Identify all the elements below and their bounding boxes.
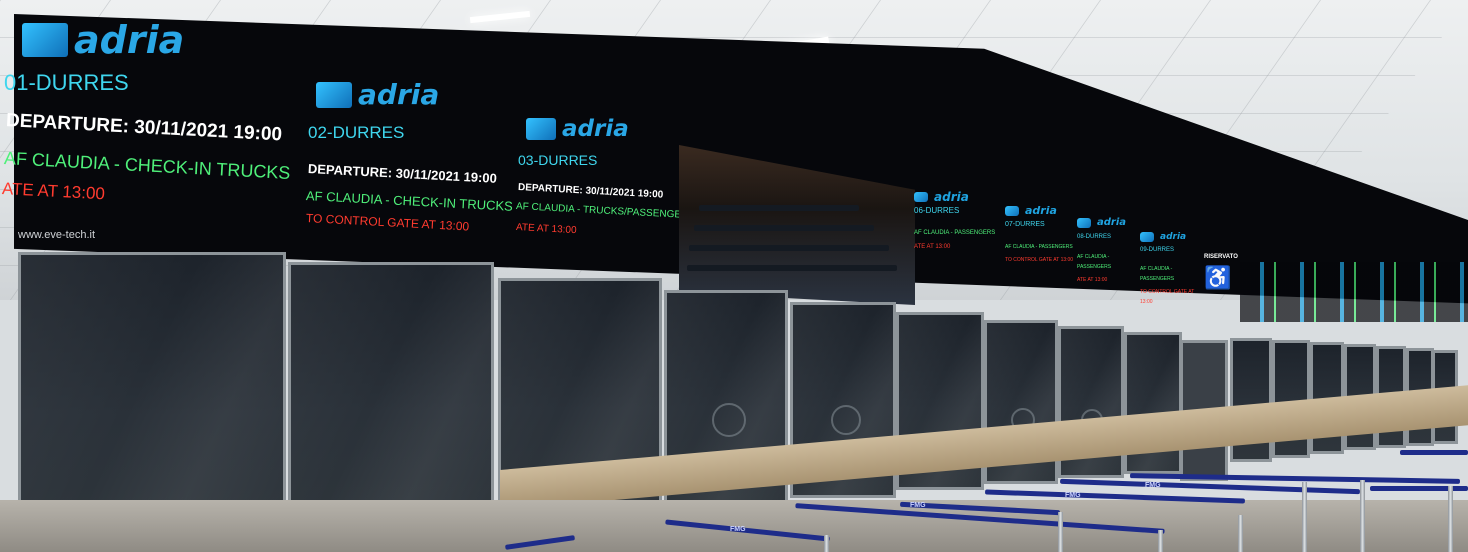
destination-label: 08-DURRES — [1077, 234, 1112, 240]
queue-belt — [1400, 450, 1468, 455]
brand-name: adria — [1160, 232, 1187, 242]
gate-line: TO CONTROL GATE AT 13:00 — [1005, 257, 1074, 263]
brand-logo-mark — [1005, 206, 1019, 216]
departure-board-9: adria 09-DURRES AF CLAUDIA - PASSENGERS … — [1140, 232, 1198, 307]
destination-label: 07-DURRES — [1005, 221, 1045, 228]
destination-label: 01-DURRES — [4, 70, 129, 95]
gate-line: ATE AT 13:00 — [1, 179, 106, 204]
brand-name: adria — [1025, 204, 1057, 217]
queue-post — [1058, 512, 1063, 552]
distant-boards — [1240, 262, 1468, 322]
seat-row — [689, 245, 889, 251]
departure-time: DEPARTURE: 30/11/2021 19:00 — [517, 182, 664, 201]
departure-time: DEPARTURE: 30/11/2021 19:00 — [307, 161, 498, 186]
brand-name: adria — [934, 190, 969, 204]
destination-label: 02-DURRES — [308, 123, 405, 142]
brand-logo-mark — [526, 118, 556, 140]
departure-board-3: adria 03-DURRES DEPARTURE: 30/11/2021 19… — [515, 116, 682, 236]
brand-logo: adria — [316, 78, 521, 111]
fan — [712, 403, 746, 437]
wheelchair-icon: ♿ — [1204, 265, 1232, 290]
vessel-line: AF CLAUDIA - PASSENGERS — [914, 230, 996, 236]
website-url: www.eve-tech.it — [18, 229, 96, 241]
brand-logo: adria — [1140, 232, 1198, 242]
brand-name: adria — [562, 116, 629, 142]
terminal-scene: adria 01-DURRES DEPARTURE: 30/11/2021 19… — [0, 0, 1468, 552]
vessel-line: AF CLAUDIA - CHECK-IN TRUCKS — [3, 148, 291, 183]
gate-line: TO CONTROL GATE AT 13:00 — [1140, 289, 1195, 305]
gate-line: ATE AT 13:00 — [1077, 277, 1108, 283]
brand-logo-mark — [1140, 232, 1154, 242]
queue-post — [1302, 482, 1307, 552]
brand-logo-mark — [914, 192, 928, 202]
brand-logo-mark — [1077, 218, 1091, 228]
glass-reflection — [291, 265, 491, 530]
departure-board-7: adria 07-DURRES AF CLAUDIA - PASSENGERS … — [1005, 204, 1075, 265]
departure-board-6: adria 06-DURRES AF CLAUDIA - PASSENGERS … — [914, 190, 999, 252]
brand-logo: adria — [526, 116, 681, 142]
seat-row — [699, 205, 859, 211]
departure-board-1: adria 01-DURRES DEPARTURE: 30/11/2021 19… — [0, 18, 300, 241]
queue-post — [1448, 486, 1453, 552]
destination-label: 03-DURRES — [518, 152, 598, 168]
destination-label: 06-DURRES — [914, 206, 960, 215]
belt-brand-label: FMG — [910, 502, 926, 509]
brand-logo-mark — [22, 23, 68, 57]
belt-brand-label: FMG — [730, 526, 746, 533]
departure-board-8: adria 08-DURRES AF CLAUDIA - PASSENGERS … — [1077, 218, 1137, 285]
vessel-line: AF CLAUDIA - PASSENGERS — [1140, 266, 1175, 282]
brand-logo: adria — [1077, 218, 1137, 228]
brand-name: adria — [74, 18, 185, 62]
departure-board-2: adria 02-DURRES DEPARTURE: 30/11/2021 19… — [305, 78, 521, 234]
queue-post — [824, 535, 829, 552]
vessel-line: AF CLAUDIA - PASSENGERS — [1005, 244, 1073, 250]
vessel-line: AF CLAUDIA - CHECK-IN TRUCKS — [305, 188, 514, 214]
fan — [831, 405, 861, 435]
destination-label: 09-DURRES — [1140, 247, 1175, 253]
brand-name: adria — [358, 78, 440, 111]
brand-logo-mark — [316, 81, 352, 108]
brand-logo: adria — [22, 18, 300, 62]
vessel-line: AF CLAUDIA - TRUCKS/PASSENGE — [515, 201, 682, 221]
gate-line: ATE AT 13:00 — [914, 244, 951, 250]
reserved-board: RISERVATO ♿ — [1204, 252, 1244, 290]
queue-post — [1238, 515, 1243, 552]
queue-belt — [1370, 486, 1468, 491]
brand-name: adria — [1097, 217, 1127, 228]
belt-brand-label: FMG — [1065, 492, 1081, 499]
seat-row — [687, 265, 897, 271]
seat-row — [694, 225, 874, 231]
brand-logo: adria — [914, 190, 999, 204]
belt-brand-label: FMG — [1145, 482, 1161, 489]
brand-logo: adria — [1005, 204, 1075, 217]
vessel-line: AF CLAUDIA - PASSENGERS — [1077, 254, 1112, 270]
departure-time: DEPARTURE: 30/11/2021 19:00 — [5, 110, 283, 146]
queue-post — [1158, 530, 1163, 552]
queue-post — [1360, 480, 1365, 552]
counter-window — [288, 262, 494, 533]
reserved-label: RISERVATO — [1204, 254, 1238, 260]
